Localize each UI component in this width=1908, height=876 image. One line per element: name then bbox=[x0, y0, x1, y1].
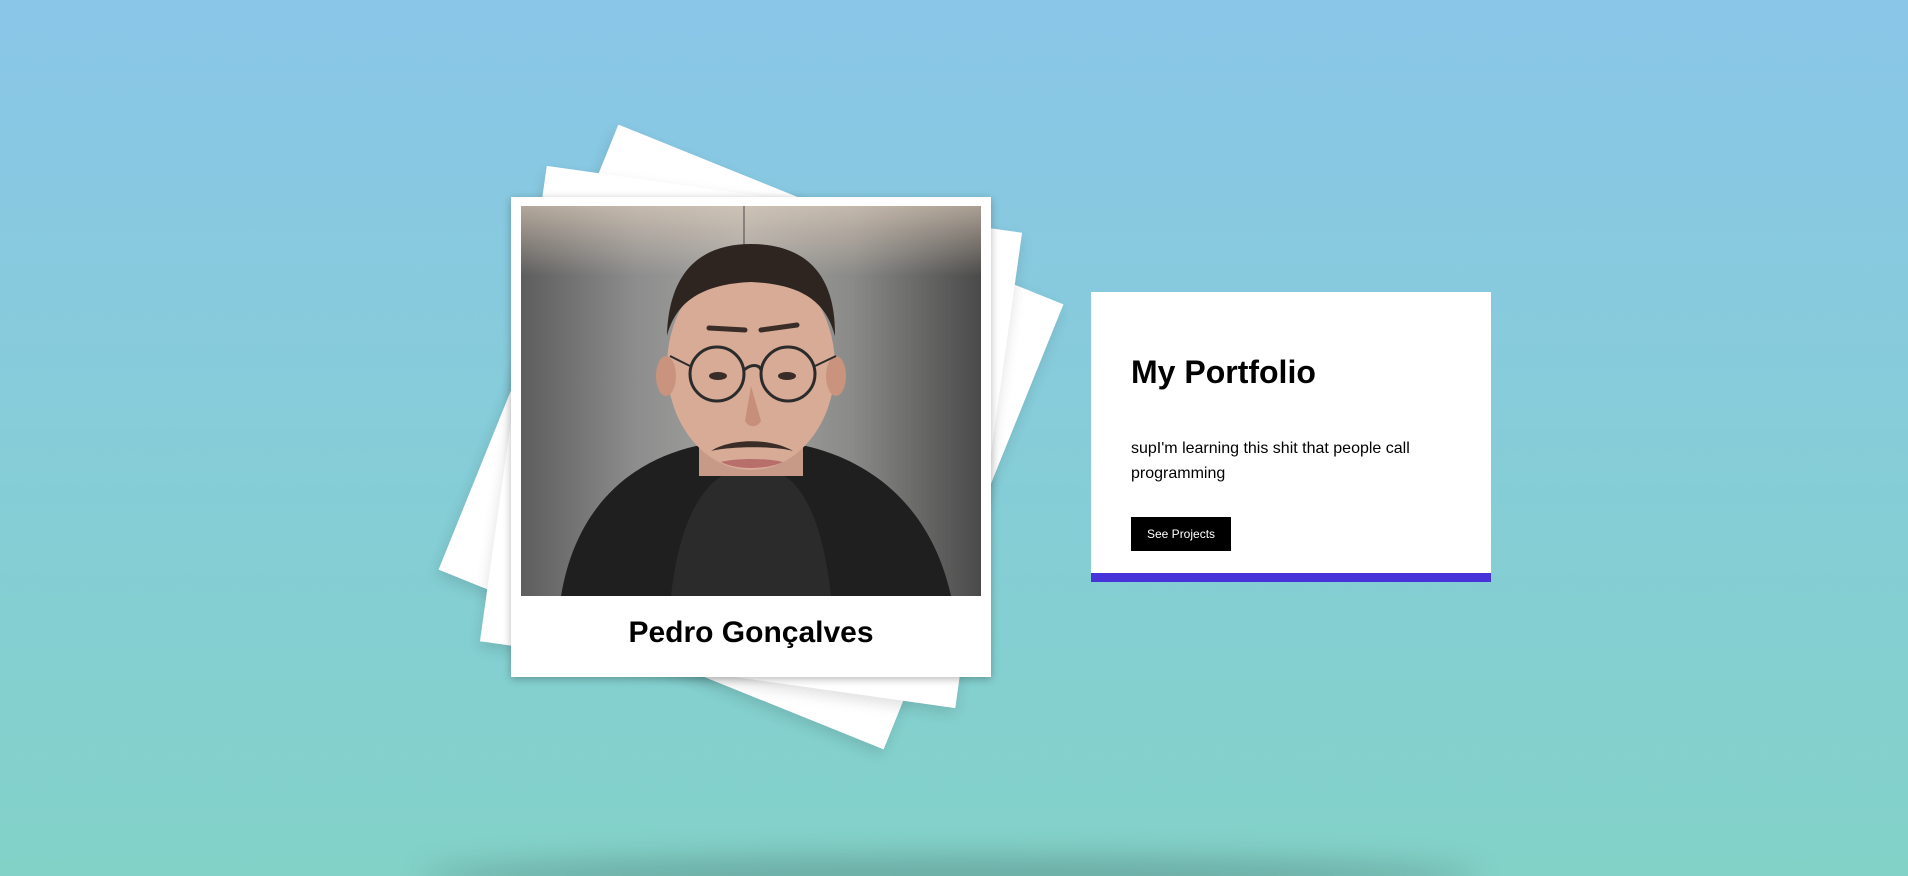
portfolio-description: supI'm learning this shit that people ca… bbox=[1131, 440, 1410, 482]
card-accent-bar bbox=[1091, 573, 1491, 582]
see-projects-button[interactable]: See Projects bbox=[1131, 517, 1232, 551]
profile-name: Pedro Gonçalves bbox=[628, 616, 874, 649]
portrait-illustration bbox=[561, 244, 951, 596]
profile-polaroid-card: Pedro Gonçalves bbox=[511, 197, 991, 677]
portfolio-title: My Portfolio bbox=[1131, 354, 1316, 390]
portfolio-info-card: My Portfolio supI'm learning this shit t… bbox=[1091, 292, 1491, 582]
profile-photo bbox=[521, 206, 981, 596]
ground-shadow bbox=[420, 856, 1480, 876]
